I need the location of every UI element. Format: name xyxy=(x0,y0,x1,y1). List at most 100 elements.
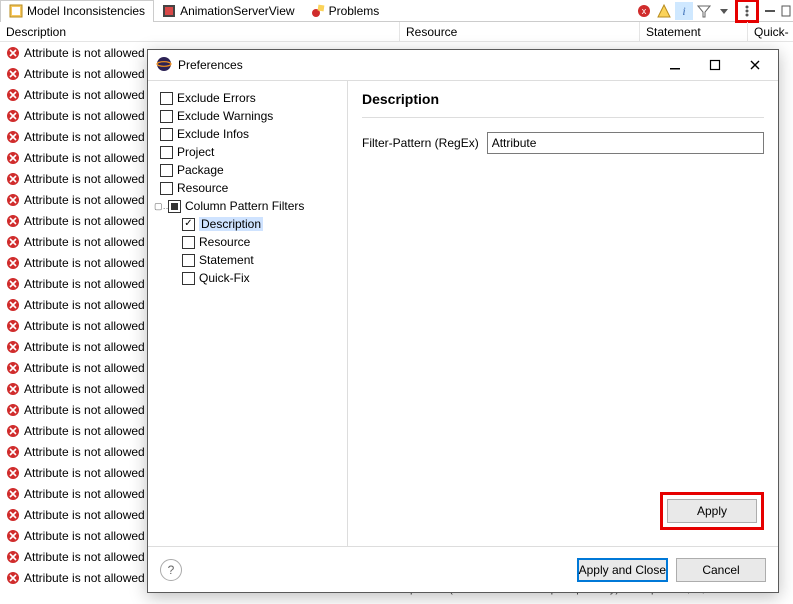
minimize-view-icon[interactable] xyxy=(761,2,779,20)
error-icon xyxy=(6,403,20,417)
row-text: Attribute is not allowed xyxy=(24,109,145,123)
animation-view-icon xyxy=(162,4,176,18)
svg-text:i: i xyxy=(682,4,685,18)
row-text: Attribute is not allowed xyxy=(24,550,145,564)
row-text: Attribute is not allowed xyxy=(24,214,145,228)
error-icon xyxy=(6,235,20,249)
error-icon xyxy=(6,277,20,291)
checkbox-checked[interactable] xyxy=(182,218,195,231)
row-text: Attribute is not allowed xyxy=(24,529,145,543)
error-icon xyxy=(6,361,20,375)
tab-problems[interactable]: Problems xyxy=(303,0,388,22)
row-text: Attribute is not allowed xyxy=(24,172,145,186)
tree-item-exclude-infos[interactable]: Exclude Infos xyxy=(154,125,341,143)
checkbox[interactable] xyxy=(182,254,195,267)
error-icon xyxy=(6,298,20,312)
row-text: Attribute is not allowed xyxy=(24,361,145,375)
tab-model-inconsistencies[interactable]: Model Inconsistencies xyxy=(0,0,154,22)
help-icon[interactable]: ? xyxy=(160,559,182,581)
tab-label: Model Inconsistencies xyxy=(27,4,145,18)
collapse-icon[interactable]: ▢… xyxy=(154,201,164,212)
column-statement[interactable]: Statement xyxy=(640,22,748,41)
error-icon xyxy=(6,151,20,165)
checkbox[interactable] xyxy=(160,182,173,195)
info-filter-button[interactable]: i xyxy=(675,2,693,20)
tree-item-package[interactable]: Package xyxy=(154,161,341,179)
row-text: Attribute is not allowed xyxy=(24,277,145,291)
error-icon xyxy=(6,88,20,102)
apply-button[interactable]: Apply xyxy=(667,499,757,523)
error-icon xyxy=(6,109,20,123)
tab-animation-server-view[interactable]: AnimationServerView xyxy=(154,0,303,22)
error-icon xyxy=(6,445,20,459)
error-icon xyxy=(6,340,20,354)
error-icon xyxy=(6,424,20,438)
tree-item-exclude-errors[interactable]: Exclude Errors xyxy=(154,89,341,107)
filter-pattern-label: Filter-Pattern (RegEx) xyxy=(362,136,479,150)
eclipse-icon xyxy=(156,56,172,75)
dropdown-arrow-icon[interactable] xyxy=(715,2,733,20)
error-icon xyxy=(6,319,20,333)
errors-filter-button[interactable]: x xyxy=(635,2,653,20)
checkbox[interactable] xyxy=(182,236,195,249)
tree-item-exclude-warnings[interactable]: Exclude Warnings xyxy=(154,107,341,125)
checkbox[interactable] xyxy=(160,128,173,141)
column-quickfix[interactable]: Quick- xyxy=(748,22,793,41)
row-text: Attribute is not allowed xyxy=(24,130,145,144)
checkbox[interactable] xyxy=(160,110,173,123)
warnings-filter-button[interactable] xyxy=(655,2,673,20)
row-text: Attribute is not allowed xyxy=(24,151,145,165)
row-text: Attribute is not allowed xyxy=(24,466,145,480)
dialog-footer: ? Apply and Close Cancel xyxy=(148,546,778,592)
detail-heading: Description xyxy=(362,91,764,118)
row-text: Attribute is not allowed xyxy=(24,319,145,333)
filter-icon[interactable] xyxy=(695,2,713,20)
tree-item-quickfix[interactable]: Quick-Fix xyxy=(154,269,341,287)
checkbox[interactable] xyxy=(160,92,173,105)
row-text: Attribute is not allowed xyxy=(24,403,145,417)
dialog-title: Preferences xyxy=(178,58,243,72)
checkbox[interactable] xyxy=(160,164,173,177)
checkbox-mixed[interactable] xyxy=(168,200,181,213)
filter-pattern-input[interactable] xyxy=(487,132,764,154)
error-icon xyxy=(6,382,20,396)
minimize-button[interactable] xyxy=(658,53,692,77)
view-menu-button[interactable] xyxy=(738,2,756,20)
error-icon xyxy=(6,256,20,270)
apply-highlight: Apply xyxy=(660,492,764,530)
tab-label: AnimationServerView xyxy=(180,4,295,18)
tree-item-column-filters[interactable]: ▢… Column Pattern Filters xyxy=(154,197,341,215)
maximize-view-icon[interactable] xyxy=(781,2,791,20)
tree-item-description[interactable]: Description xyxy=(154,215,341,233)
row-text: Attribute is not allowed xyxy=(24,508,145,522)
dialog-titlebar[interactable]: Preferences xyxy=(148,50,778,80)
tab-label: Problems xyxy=(329,4,380,18)
column-description[interactable]: Description xyxy=(0,22,400,41)
tree-item-statement[interactable]: Statement xyxy=(154,251,341,269)
tree-item-child-resource[interactable]: Resource xyxy=(154,233,341,251)
error-icon xyxy=(6,466,20,480)
error-icon xyxy=(6,172,20,186)
row-text: Attribute is not allowed xyxy=(24,340,145,354)
error-icon xyxy=(6,214,20,228)
checkbox[interactable] xyxy=(182,272,195,285)
row-text: Attribute is not allowed xyxy=(24,382,145,396)
apply-and-close-button[interactable]: Apply and Close xyxy=(577,558,668,582)
row-text: Attribute is not allowed xyxy=(24,424,145,438)
cancel-button[interactable]: Cancel xyxy=(676,558,766,582)
row-text: Attribute is not allowed xyxy=(24,67,145,81)
column-resource[interactable]: Resource xyxy=(400,22,640,41)
tree-item-project[interactable]: Project xyxy=(154,143,341,161)
view-toolbar: x i xyxy=(635,0,793,23)
error-icon xyxy=(6,487,20,501)
tree-item-resource[interactable]: Resource xyxy=(154,179,341,197)
checkbox[interactable] xyxy=(160,146,173,159)
error-icon xyxy=(6,46,20,60)
filter-tree: Exclude Errors Exclude Warnings Exclude … xyxy=(148,81,348,546)
error-icon xyxy=(6,130,20,144)
maximize-button[interactable] xyxy=(698,53,732,77)
detail-pane: Description Filter-Pattern (RegEx) Apply xyxy=(348,81,778,546)
error-icon xyxy=(6,529,20,543)
problems-icon xyxy=(311,4,325,18)
close-button[interactable] xyxy=(738,53,772,77)
